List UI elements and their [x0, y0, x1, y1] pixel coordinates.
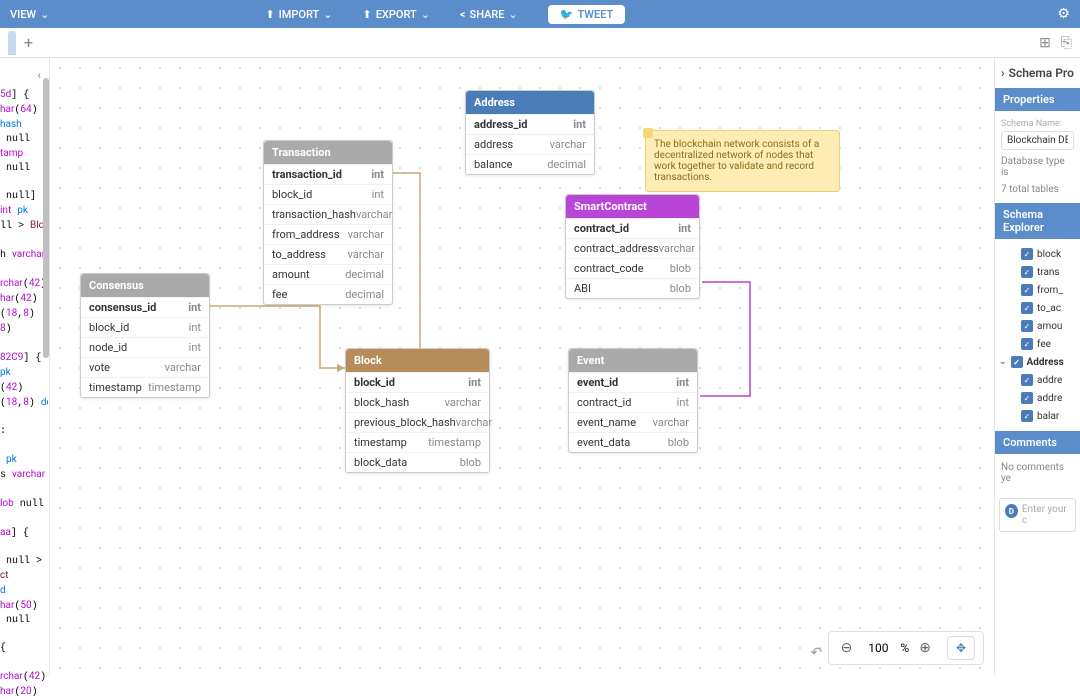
- tree-item[interactable]: ✓ fee: [999, 335, 1076, 353]
- checkbox-icon[interactable]: ✓: [1011, 356, 1023, 368]
- tree-label: balar: [1037, 411, 1059, 422]
- new-table-icon[interactable]: ⎘: [1061, 35, 1072, 51]
- tree-label: amou: [1037, 321, 1062, 332]
- tree-label: block: [1037, 249, 1061, 260]
- tree-item[interactable]: ✓ balar: [999, 407, 1076, 425]
- zoom-controls: ⊖ 100 % ⊕ ✥: [828, 631, 984, 665]
- checkbox-icon[interactable]: ✓: [1021, 320, 1033, 332]
- collapse-left-icon[interactable]: ‹: [37, 68, 41, 82]
- table-smartcontract[interactable]: SmartContract contract_idint contract_ad…: [565, 194, 700, 299]
- import-button[interactable]: ⬆ IMPORT ⌄: [265, 8, 332, 21]
- export-button[interactable]: ⬆ EXPORT ⌄: [362, 8, 429, 21]
- section-comments: Comments: [995, 431, 1080, 454]
- avatar: D: [1005, 504, 1018, 518]
- tree-label: trans: [1037, 267, 1060, 278]
- diagram-canvas[interactable]: Address address_idint addressvarchar bal…: [50, 58, 994, 675]
- chevron-down-icon: ⌄: [509, 8, 518, 21]
- tree-label: addre: [1037, 375, 1062, 386]
- checkbox-icon[interactable]: ✓: [1021, 338, 1033, 350]
- sql-code[interactable]: 5d] { har(64) hash null tamp null null] …: [0, 88, 48, 700]
- comment-placeholder: Enter your c: [1022, 504, 1070, 526]
- fit-to-screen-button[interactable]: ✥: [947, 636, 975, 660]
- pin-icon: [643, 128, 653, 138]
- download-icon: ⬆: [362, 8, 371, 21]
- checkbox-icon[interactable]: ✓: [1021, 302, 1033, 314]
- schema-name-input[interactable]: [1001, 131, 1074, 150]
- schema-name-label: Schema Name:: [1001, 119, 1074, 129]
- panel-title[interactable]: › Schema Pro: [995, 58, 1080, 88]
- checkbox-icon[interactable]: ✓: [1021, 284, 1033, 296]
- section-properties: Properties: [995, 88, 1080, 111]
- tree-item[interactable]: ✓ to_ac: [999, 299, 1076, 317]
- tweet-button[interactable]: 🐦 TWEET: [548, 5, 625, 24]
- table-count-text: 7 total tables: [1001, 184, 1074, 195]
- tree-label: Address: [1027, 357, 1064, 368]
- table-event[interactable]: Event event_idint contract_idint event_n…: [568, 348, 698, 453]
- grid-icon[interactable]: ⊞: [1039, 35, 1051, 51]
- zoom-unit: %: [900, 641, 909, 655]
- checkbox-icon[interactable]: ✓: [1021, 266, 1033, 278]
- undo-button[interactable]: ↶: [811, 645, 823, 661]
- twitter-icon: 🐦: [560, 8, 574, 21]
- chevron-down-icon: ⌄: [40, 8, 49, 21]
- code-scrollbar[interactable]: [43, 58, 49, 675]
- db-type-text: Database type is: [1001, 156, 1074, 178]
- table-header[interactable]: Block: [346, 349, 489, 372]
- table-address[interactable]: Address address_idint addressvarchar bal…: [465, 90, 595, 175]
- table-header[interactable]: Consensus: [81, 274, 209, 297]
- zoom-value: 100: [862, 641, 894, 655]
- tree-item[interactable]: ✓ addre: [999, 389, 1076, 407]
- table-header[interactable]: Transaction: [264, 141, 392, 164]
- settings-icon[interactable]: ⚙: [1057, 6, 1070, 22]
- tab-bar: + ⊞ ⎘: [0, 28, 1080, 58]
- tree-label: to_ac: [1037, 303, 1061, 314]
- table-transaction[interactable]: Transaction transaction_idint block_idin…: [263, 140, 393, 305]
- tree-item[interactable]: ⌄ ✓ Address: [999, 353, 1076, 371]
- share-button[interactable]: <SHARE ⌄: [460, 8, 518, 21]
- section-explorer: Schema Explorer: [995, 203, 1080, 239]
- checkbox-icon[interactable]: ✓: [1021, 374, 1033, 386]
- chevron-down-icon: ⌄: [421, 8, 430, 21]
- table-header[interactable]: Address: [466, 91, 594, 114]
- zoom-out-button[interactable]: ⊖: [837, 640, 857, 656]
- sticky-note[interactable]: The blockchain network consists of a dec…: [645, 130, 840, 192]
- add-tab-button[interactable]: +: [16, 33, 41, 52]
- zoom-in-button[interactable]: ⊕: [915, 640, 935, 656]
- table-header[interactable]: SmartContract: [566, 195, 699, 218]
- table-block[interactable]: Block block_idint block_hashvarchar prev…: [345, 348, 490, 473]
- table-consensus[interactable]: Consensus consensus_idint block_idint no…: [80, 273, 210, 398]
- checkbox-icon[interactable]: ✓: [1021, 392, 1033, 404]
- tree-item[interactable]: ✓ block: [999, 245, 1076, 263]
- share-icon: <: [460, 8, 466, 21]
- schema-tree: ✓ block ✓ trans ✓ from_ ✓ to_ac ✓ amou ✓ fee ⌄ ✓ Addr…: [995, 239, 1080, 431]
- active-tab[interactable]: [8, 31, 16, 55]
- tree-label: addre: [1037, 393, 1062, 404]
- tree-item[interactable]: ✓ trans: [999, 263, 1076, 281]
- comment-input[interactable]: D Enter your c: [999, 498, 1076, 532]
- tree-item[interactable]: ✓ addre: [999, 371, 1076, 389]
- tree-label: fee: [1037, 339, 1051, 350]
- tree-item[interactable]: ✓ from_: [999, 281, 1076, 299]
- tree-label: from_: [1037, 285, 1063, 296]
- chevron-down-icon: ⌄: [323, 8, 332, 21]
- upload-icon: ⬆: [265, 8, 274, 21]
- tree-item[interactable]: ✓ amou: [999, 317, 1076, 335]
- checkbox-icon[interactable]: ✓: [1021, 410, 1033, 422]
- checkbox-icon[interactable]: ✓: [1021, 248, 1033, 260]
- schema-properties-panel: › Schema Pro Properties Schema Name: Dat…: [994, 58, 1080, 675]
- note-text: The blockchain network consists of a dec…: [654, 139, 819, 183]
- chevron-right-icon: ›: [1001, 66, 1005, 80]
- no-comments-text: No comments ye: [995, 454, 1080, 492]
- table-header[interactable]: Event: [569, 349, 697, 372]
- top-toolbar: VIEW ⌄ ⬆ IMPORT ⌄ ⬆ EXPORT ⌄ <SHARE ⌄ 🐦 …: [0, 0, 1080, 28]
- view-menu[interactable]: VIEW ⌄: [10, 8, 49, 21]
- chevron-down-icon[interactable]: ⌄: [999, 357, 1007, 367]
- code-editor-pane: ‹ 5d] { har(64) hash null tamp null null…: [0, 58, 50, 675]
